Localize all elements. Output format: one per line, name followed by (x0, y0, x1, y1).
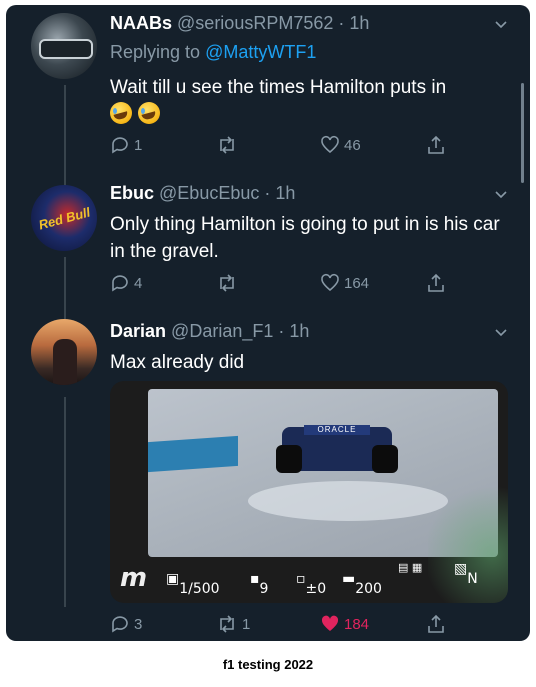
like-count: 164 (344, 274, 370, 292)
tweet-actions: 1 46 (110, 135, 450, 159)
replying-to: Replying to @MattyWTF1 (110, 42, 317, 62)
rolling-on-floor-laughing-emoji (138, 102, 160, 124)
camera-mode-logo: m (120, 563, 148, 593)
hud-mode: ▧ N (454, 561, 478, 587)
timestamp[interactable]: · 1h (338, 13, 369, 33)
handle[interactable]: @EbucEbuc (159, 183, 259, 203)
display-name[interactable]: NAABs (110, 13, 172, 33)
retweet-count: 1 (242, 615, 251, 633)
retweet-icon (220, 274, 234, 292)
share-icon (428, 614, 444, 633)
like-count: 184 (344, 615, 370, 633)
share-icon (428, 273, 444, 292)
handle[interactable]: @Darian_F1 (171, 321, 273, 341)
reply-icon (112, 616, 128, 633)
tweet-text: Wait till u see the times Hamilton puts … (110, 77, 447, 98)
retweet-button[interactable] (216, 273, 242, 293)
like-button[interactable]: 46 (320, 135, 361, 155)
timestamp[interactable]: · 1h (264, 183, 295, 203)
handle[interactable]: @seriousRPM7562 (177, 13, 333, 33)
tweet[interactable]: NAABs @seriousRPM7562 · 1h Replying to @… (6, 5, 530, 175)
tweet-actions: 4 164 (110, 273, 450, 297)
image-caption: f1 testing 2022 (222, 657, 314, 672)
aperture: ▪ 9 (250, 571, 269, 597)
emoji-row (110, 102, 166, 124)
retweet-icon (220, 615, 234, 633)
rolling-on-floor-laughing-emoji (110, 102, 132, 124)
share-button[interactable] (426, 614, 446, 634)
display-name[interactable]: Ebuc (110, 183, 154, 203)
tweet-header: Darian @Darian_F1 · 1h (110, 321, 309, 342)
reply-count: 3 (134, 615, 143, 633)
like-count: 46 (344, 136, 361, 154)
timestamp[interactable]: · 1h (278, 321, 309, 341)
exposure-comp: ▫ ±0 (296, 571, 327, 597)
red-bull-logo: Red Bull (36, 203, 92, 233)
f1-car: ORACLE (276, 425, 398, 473)
like-button[interactable]: 164 (320, 273, 369, 293)
chevron-down-icon[interactable] (494, 325, 508, 339)
reply-count: 1 (134, 136, 143, 154)
tweet-actions: 3 1 184 (110, 614, 450, 638)
thread-card: NAABs @seriousRPM7562 · 1h Replying to @… (6, 5, 530, 641)
reply-button[interactable]: 1 (110, 135, 142, 155)
reply-icon (112, 275, 128, 292)
iso: ▬ 200 (342, 571, 382, 597)
hud-icons: ▤ ▦ (398, 561, 423, 574)
chevron-down-icon[interactable] (494, 187, 508, 201)
retweet-button[interactable]: 1 (216, 614, 250, 634)
avatar[interactable] (31, 13, 97, 79)
retweet-icon (220, 136, 234, 154)
tweet-header: Ebuc @EbucEbuc · 1h (110, 183, 295, 204)
reply-button[interactable]: 4 (110, 273, 142, 293)
share-button[interactable] (426, 273, 446, 293)
avatar[interactable] (31, 319, 97, 385)
tweet-text: Max already did (110, 352, 245, 373)
shutter-speed: ▣ 1/500 (166, 571, 220, 597)
heart-filled-icon (321, 615, 339, 631)
display-name[interactable]: Darian (110, 321, 166, 341)
tweet-media-photo[interactable]: ORACLE m ▣ 1/500 ▪ 9 ▫ ±0 ▬ 200 ▤ ▦ ▧ N (110, 381, 508, 603)
heart-icon (321, 273, 339, 292)
tweet[interactable]: Red Bull Ebuc @EbucEbuc · 1h Only thing … (6, 177, 530, 317)
mention-link[interactable]: @MattyWTF1 (205, 42, 316, 62)
like-button[interactable]: 184 (320, 614, 369, 634)
share-button[interactable] (426, 135, 446, 155)
share-icon (428, 135, 444, 154)
tweet-text: Only thing Hamilton is going to put in i… (110, 214, 500, 262)
reply-count: 4 (134, 274, 143, 292)
camera-hud: m ▣ 1/500 ▪ 9 ▫ ±0 ▬ 200 ▤ ▦ ▧ N (110, 561, 508, 597)
tweet-header: NAABs @seriousRPM7562 · 1h (110, 13, 369, 34)
reply-button[interactable]: 3 (110, 614, 142, 634)
heart-icon (321, 135, 339, 154)
chevron-down-icon[interactable] (494, 17, 508, 31)
retweet-button[interactable] (216, 135, 242, 155)
avatar[interactable]: Red Bull (31, 185, 97, 251)
reply-icon (112, 137, 128, 154)
rear-wing-sponsor: ORACLE (304, 425, 370, 435)
